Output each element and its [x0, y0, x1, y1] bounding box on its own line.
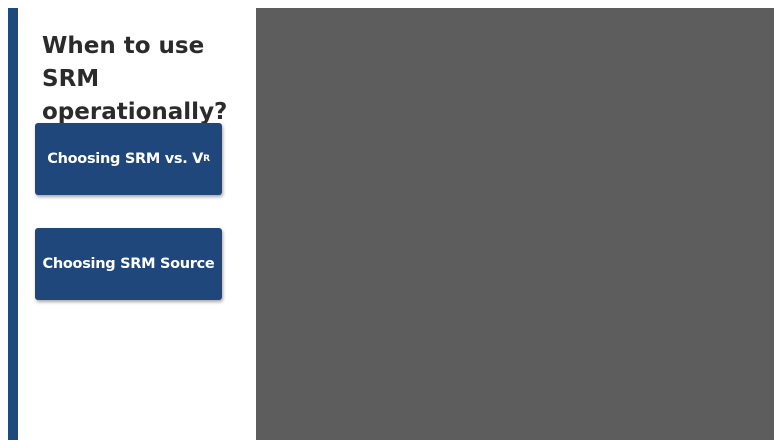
page-title: When to use SRM operationally? [42, 33, 228, 125]
choosing-srm-source-button[interactable]: Choosing SRM Source [35, 228, 222, 300]
left-accent-bar [8, 8, 18, 440]
slide-page: When to use SRM operationally? Choosing … [0, 0, 774, 440]
choosing-srm-vs-vr-button[interactable]: Choosing SRM vs. VR [35, 123, 222, 195]
top-strip [0, 0, 774, 8]
button-label: Choosing SRM Source [42, 256, 215, 272]
sidebar-panel: When to use SRM operationally? Choosing … [18, 8, 256, 440]
content-area [256, 8, 774, 440]
button-label: Choosing SRM vs. V [47, 151, 204, 167]
button-label-subscript: R [203, 154, 210, 164]
